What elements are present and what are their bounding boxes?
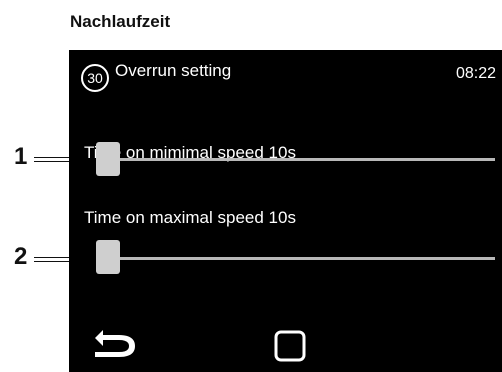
document-heading: Nachlaufzeit xyxy=(70,12,171,31)
back-arrow-icon[interactable] xyxy=(89,324,143,364)
callout-1: 1 xyxy=(14,143,28,170)
slider-max-speed-track[interactable] xyxy=(97,257,495,260)
device-screen: 30 Overrun setting 08:22 Time on mimimal… xyxy=(69,50,502,372)
slider-min-speed-track[interactable] xyxy=(97,158,495,161)
screen-title: Overrun setting xyxy=(115,61,232,80)
slider-max-speed-thumb[interactable] xyxy=(96,240,120,274)
home-square-icon[interactable] xyxy=(274,330,306,362)
callout-2: 2 xyxy=(14,243,28,270)
slider-max-speed-label: Time on maximal speed 10s xyxy=(84,208,296,227)
screen-number-badge: 30 xyxy=(81,64,109,92)
slider-min-speed-thumb[interactable] xyxy=(96,142,120,176)
clock: 08:22 xyxy=(455,65,496,82)
